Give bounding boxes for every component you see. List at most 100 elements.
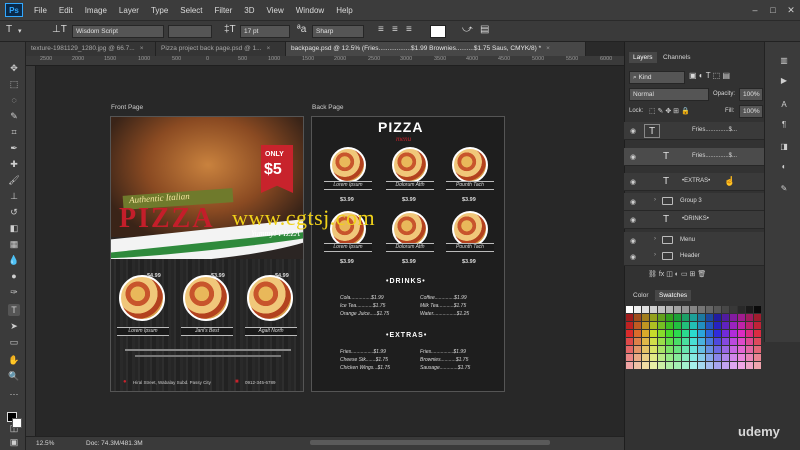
close-icon[interactable]: × bbox=[546, 45, 550, 52]
color-swatch[interactable] bbox=[690, 362, 697, 369]
color-swatch[interactable] bbox=[626, 346, 633, 353]
color-swatch[interactable] bbox=[754, 346, 761, 353]
paragraph-icon[interactable]: ¶ bbox=[779, 120, 789, 130]
brush-presets-icon[interactable]: ✎ bbox=[779, 184, 789, 194]
color-swatch[interactable] bbox=[698, 338, 705, 345]
color-swatch[interactable] bbox=[738, 330, 745, 337]
color-swatch[interactable] bbox=[682, 322, 689, 329]
character-panel-icon[interactable]: ▤ bbox=[480, 24, 489, 35]
color-swatch[interactable] bbox=[634, 322, 641, 329]
color-swatch[interactable] bbox=[642, 338, 649, 345]
eraser-tool-icon[interactable]: ◧ bbox=[8, 222, 20, 234]
color-swatch[interactable] bbox=[666, 338, 673, 345]
tab-layers[interactable]: Layers bbox=[629, 52, 657, 63]
quick-select-tool-icon[interactable]: ✎ bbox=[8, 110, 20, 122]
color-swatch[interactable] bbox=[706, 314, 713, 321]
link-icon[interactable]: ⛓ bbox=[648, 271, 659, 278]
close-icon[interactable]: × bbox=[140, 45, 144, 52]
color-swatch[interactable] bbox=[642, 322, 649, 329]
maximize-icon[interactable]: □ bbox=[764, 5, 782, 15]
color-swatch[interactable] bbox=[642, 346, 649, 353]
close-icon[interactable]: × bbox=[267, 45, 271, 52]
color-swatch[interactable] bbox=[722, 306, 729, 313]
type-tool-icon[interactable]: T bbox=[6, 24, 12, 35]
new-group-icon[interactable]: ▭ bbox=[681, 271, 690, 278]
color-swatch[interactable] bbox=[634, 314, 641, 321]
gradient-tool-icon[interactable]: ▦ bbox=[8, 238, 20, 250]
color-swatch[interactable] bbox=[714, 338, 721, 345]
color-swatch[interactable] bbox=[706, 354, 713, 361]
color-swatch[interactable] bbox=[690, 306, 697, 313]
more-tools-icon[interactable]: ⋯ bbox=[8, 388, 20, 400]
crop-tool-icon[interactable]: ⌗ bbox=[8, 126, 20, 138]
color-swatch[interactable] bbox=[658, 330, 665, 337]
mask-icon[interactable]: ◫ bbox=[666, 271, 675, 278]
color-swatch[interactable] bbox=[722, 338, 729, 345]
color-swatch[interactable] bbox=[674, 322, 681, 329]
chevron-down-icon[interactable]: ▾ bbox=[18, 27, 22, 35]
color-swatch[interactable] bbox=[650, 354, 657, 361]
move-tool-icon[interactable]: ✥ bbox=[8, 62, 20, 74]
close-icon[interactable]: ✕ bbox=[782, 5, 800, 16]
color-swatch[interactable] bbox=[698, 354, 705, 361]
color-swatch[interactable] bbox=[634, 306, 641, 313]
history-brush-icon[interactable]: ↺ bbox=[8, 206, 20, 218]
color-swatch[interactable] bbox=[706, 322, 713, 329]
color-swatch[interactable] bbox=[626, 338, 633, 345]
color-swatch[interactable] bbox=[714, 330, 721, 337]
color-swatch[interactable] bbox=[738, 322, 745, 329]
color-swatch[interactable] bbox=[642, 362, 649, 369]
chevron-right-icon[interactable]: › bbox=[654, 236, 656, 242]
menu-image[interactable]: Image bbox=[79, 6, 113, 15]
color-swatch[interactable] bbox=[730, 306, 737, 313]
visibility-eye-icon[interactable]: ◉ bbox=[630, 253, 636, 261]
layer-row[interactable]: ◉ › Group 3 bbox=[624, 193, 764, 211]
tab-swatches[interactable]: Swatches bbox=[655, 290, 692, 301]
menu-file[interactable]: File bbox=[28, 6, 53, 15]
visibility-eye-icon[interactable]: ◉ bbox=[630, 153, 636, 161]
horizontal-scrollbar[interactable] bbox=[310, 440, 550, 445]
color-swatch[interactable] bbox=[706, 306, 713, 313]
color-swatch[interactable] bbox=[642, 306, 649, 313]
menu-select[interactable]: Select bbox=[174, 6, 208, 15]
orientation-toggle-icon[interactable]: ⊥T bbox=[52, 24, 67, 35]
color-swatch[interactable] bbox=[682, 362, 689, 369]
color-swatch[interactable] bbox=[626, 306, 633, 313]
pen-tool-icon[interactable]: ✑ bbox=[8, 286, 20, 298]
color-swatch[interactable] bbox=[738, 354, 745, 361]
marquee-tool-icon[interactable]: ⬚ bbox=[8, 78, 20, 90]
font-size-select[interactable]: 17 pt bbox=[240, 25, 290, 38]
color-swatch[interactable] bbox=[722, 362, 729, 369]
color-swatch[interactable] bbox=[666, 362, 673, 369]
font-family-select[interactable]: Wisdom Script bbox=[72, 25, 164, 38]
layer-row[interactable]: ◉ T Fries..............$... bbox=[624, 122, 764, 140]
color-swatch[interactable] bbox=[730, 314, 737, 321]
color-swatch[interactable] bbox=[626, 314, 633, 321]
tab-texture[interactable]: texture-1981129_1280.jpg @ 66.7... × bbox=[26, 42, 156, 56]
color-swatch[interactable] bbox=[690, 338, 697, 345]
color-swatch[interactable] bbox=[674, 354, 681, 361]
color-swatch[interactable] bbox=[674, 338, 681, 345]
color-swatch[interactable] bbox=[658, 314, 665, 321]
tab-pizza-project[interactable]: Pizza project back page.psd @ 1... × bbox=[156, 42, 286, 56]
screen-mode-icon[interactable]: ▣ bbox=[8, 436, 20, 448]
filter-kind-select[interactable]: ⌕ Kind bbox=[629, 71, 685, 84]
color-swatch[interactable] bbox=[626, 354, 633, 361]
color-swatch[interactable] bbox=[698, 362, 705, 369]
color-swatch[interactable] bbox=[754, 314, 761, 321]
front-page-artboard[interactable]: ONLY $5 Authentic Italian PIZZA Yummy! P… bbox=[110, 116, 304, 392]
color-swatch[interactable] bbox=[714, 322, 721, 329]
color-swatch[interactable] bbox=[650, 338, 657, 345]
brush-tool-icon[interactable]: 🖌 bbox=[8, 174, 20, 186]
chevron-right-icon[interactable]: › bbox=[654, 252, 656, 258]
lock-icons[interactable]: ⬚ ✎ ✥ ⊞ 🔒 bbox=[649, 107, 690, 115]
color-swatch[interactable] bbox=[658, 306, 665, 313]
color-swatch[interactable] bbox=[666, 346, 673, 353]
color-swatch[interactable] bbox=[730, 322, 737, 329]
color-swatch[interactable] bbox=[722, 346, 729, 353]
swatches-grid[interactable] bbox=[626, 306, 764, 376]
color-swatch[interactable] bbox=[634, 354, 641, 361]
color-swatch[interactable] bbox=[754, 362, 761, 369]
color-swatch[interactable] bbox=[722, 322, 729, 329]
color-swatch[interactable] bbox=[738, 306, 745, 313]
